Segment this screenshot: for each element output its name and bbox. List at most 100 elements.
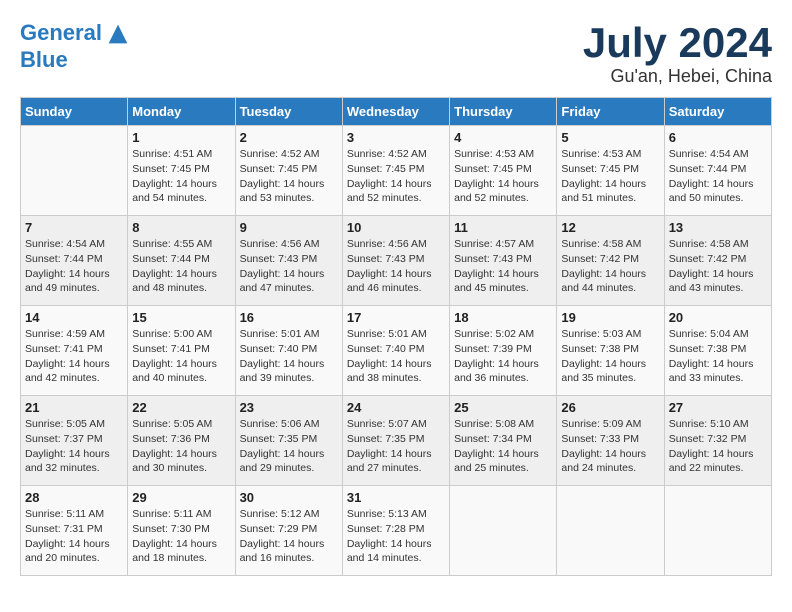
- weekday-sunday: Sunday: [21, 98, 128, 126]
- day-cell: [21, 126, 128, 216]
- day-info: Sunrise: 5:11 AM Sunset: 7:30 PM Dayligh…: [132, 507, 230, 566]
- day-info: Sunrise: 4:57 AM Sunset: 7:43 PM Dayligh…: [454, 237, 552, 296]
- day-cell: 31Sunrise: 5:13 AM Sunset: 7:28 PM Dayli…: [342, 486, 449, 576]
- day-cell: 24 Sunrise: 5:07 AM Sunset: 7:35 PM Dayli…: [342, 396, 449, 486]
- day-info: Sunrise: 5:06 AM Sunset: 7:35 PM Dayligh…: [240, 417, 338, 476]
- weekday-tuesday: Tuesday: [235, 98, 342, 126]
- day-cell: 14 Sunrise: 4:59 AM Sunset: 7:41 PM Dayli…: [21, 306, 128, 396]
- day-number: 8: [132, 220, 230, 235]
- day-info: Sunrise: 5:07 AM Sunset: 7:35 PM Dayligh…: [347, 417, 445, 476]
- day-number: 2: [240, 130, 338, 145]
- day-cell: 9Sunrise: 4:56 AM Sunset: 7:43 PM Daylig…: [235, 216, 342, 306]
- day-number: 13: [669, 220, 767, 235]
- day-info: Sunrise: 5:11 AM Sunset: 7:31 PM Dayligh…: [25, 507, 123, 566]
- day-number: 26: [561, 400, 659, 415]
- day-cell: 12 Sunrise: 4:58 AM Sunset: 7:42 PM Dayli…: [557, 216, 664, 306]
- day-cell: 25 Sunrise: 5:08 AM Sunset: 7:34 PM Dayli…: [450, 396, 557, 486]
- day-cell: 30 Sunrise: 5:12 AM Sunset: 7:29 PM Dayli…: [235, 486, 342, 576]
- week-row-3: 14 Sunrise: 4:59 AM Sunset: 7:41 PM Dayli…: [21, 306, 772, 396]
- day-cell: 7Sunrise: 4:54 AM Sunset: 7:44 PM Daylig…: [21, 216, 128, 306]
- day-number: 30: [240, 490, 338, 505]
- day-number: 11: [454, 220, 552, 235]
- week-row-5: 28 Sunrise: 5:11 AM Sunset: 7:31 PM Dayli…: [21, 486, 772, 576]
- day-cell: 4 Sunrise: 4:53 AM Sunset: 7:45 PM Daylig…: [450, 126, 557, 216]
- day-cell: 3 Sunrise: 4:52 AM Sunset: 7:45 PM Daylig…: [342, 126, 449, 216]
- weekday-monday: Monday: [128, 98, 235, 126]
- day-number: 1: [132, 130, 230, 145]
- day-cell: 16 Sunrise: 5:01 AM Sunset: 7:40 PM Dayli…: [235, 306, 342, 396]
- day-cell: 13 Sunrise: 4:58 AM Sunset: 7:42 PM Dayli…: [664, 216, 771, 306]
- day-number: 19: [561, 310, 659, 325]
- day-cell: 22Sunrise: 5:05 AM Sunset: 7:36 PM Dayli…: [128, 396, 235, 486]
- day-info: Sunrise: 5:02 AM Sunset: 7:39 PM Dayligh…: [454, 327, 552, 386]
- day-cell: 26 Sunrise: 5:09 AM Sunset: 7:33 PM Dayli…: [557, 396, 664, 486]
- day-info: Sunrise: 4:54 AM Sunset: 7:44 PM Dayligh…: [669, 147, 767, 206]
- day-number: 23: [240, 400, 338, 415]
- month-title: July 2024: [583, 20, 772, 66]
- day-info: Sunrise: 4:53 AM Sunset: 7:45 PM Dayligh…: [454, 147, 552, 206]
- day-number: 18: [454, 310, 552, 325]
- day-info: Sunrise: 5:01 AM Sunset: 7:40 PM Dayligh…: [240, 327, 338, 386]
- day-info: Sunrise: 4:52 AM Sunset: 7:45 PM Dayligh…: [240, 147, 338, 206]
- day-info: Sunrise: 4:58 AM Sunset: 7:42 PM Dayligh…: [669, 237, 767, 296]
- day-number: 25: [454, 400, 552, 415]
- day-number: 7: [25, 220, 123, 235]
- day-cell: 8 Sunrise: 4:55 AM Sunset: 7:44 PM Daylig…: [128, 216, 235, 306]
- day-info: Sunrise: 5:05 AM Sunset: 7:37 PM Dayligh…: [25, 417, 123, 476]
- week-row-2: 7Sunrise: 4:54 AM Sunset: 7:44 PM Daylig…: [21, 216, 772, 306]
- day-info: Sunrise: 4:59 AM Sunset: 7:41 PM Dayligh…: [25, 327, 123, 386]
- logo-icon: [104, 20, 132, 48]
- day-cell: 1 Sunrise: 4:51 AM Sunset: 7:45 PM Daylig…: [128, 126, 235, 216]
- logo-text: GeneralBlue: [20, 20, 132, 72]
- day-info: Sunrise: 5:08 AM Sunset: 7:34 PM Dayligh…: [454, 417, 552, 476]
- day-cell: 18 Sunrise: 5:02 AM Sunset: 7:39 PM Dayli…: [450, 306, 557, 396]
- day-info: Sunrise: 5:10 AM Sunset: 7:32 PM Dayligh…: [669, 417, 767, 476]
- day-info: Sunrise: 5:00 AM Sunset: 7:41 PM Dayligh…: [132, 327, 230, 386]
- calendar-header: SundayMondayTuesdayWednesdayThursdayFrid…: [21, 98, 772, 126]
- day-info: Sunrise: 5:04 AM Sunset: 7:38 PM Dayligh…: [669, 327, 767, 386]
- day-cell: 6Sunrise: 4:54 AM Sunset: 7:44 PM Daylig…: [664, 126, 771, 216]
- day-number: 21: [25, 400, 123, 415]
- day-info: Sunrise: 4:53 AM Sunset: 7:45 PM Dayligh…: [561, 147, 659, 206]
- day-number: 24: [347, 400, 445, 415]
- day-info: Sunrise: 4:52 AM Sunset: 7:45 PM Dayligh…: [347, 147, 445, 206]
- day-cell: 29 Sunrise: 5:11 AM Sunset: 7:30 PM Dayli…: [128, 486, 235, 576]
- page-header: GeneralBlue July 2024 Gu'an, Hebei, Chin…: [20, 20, 772, 87]
- day-cell: [664, 486, 771, 576]
- day-number: 3: [347, 130, 445, 145]
- day-number: 29: [132, 490, 230, 505]
- day-number: 31: [347, 490, 445, 505]
- day-number: 12: [561, 220, 659, 235]
- day-info: Sunrise: 4:55 AM Sunset: 7:44 PM Dayligh…: [132, 237, 230, 296]
- day-cell: 10 Sunrise: 4:56 AM Sunset: 7:43 PM Dayli…: [342, 216, 449, 306]
- day-number: 27: [669, 400, 767, 415]
- title-block: July 2024 Gu'an, Hebei, China: [583, 20, 772, 87]
- calendar-table: SundayMondayTuesdayWednesdayThursdayFrid…: [20, 97, 772, 576]
- day-cell: 20 Sunrise: 5:04 AM Sunset: 7:38 PM Dayli…: [664, 306, 771, 396]
- day-number: 15: [132, 310, 230, 325]
- location: Gu'an, Hebei, China: [583, 66, 772, 87]
- weekday-header-row: SundayMondayTuesdayWednesdayThursdayFrid…: [21, 98, 772, 126]
- day-cell: 27 Sunrise: 5:10 AM Sunset: 7:32 PM Dayli…: [664, 396, 771, 486]
- day-cell: 21 Sunrise: 5:05 AM Sunset: 7:37 PM Dayli…: [21, 396, 128, 486]
- day-number: 17: [347, 310, 445, 325]
- day-number: 20: [669, 310, 767, 325]
- week-row-1: 1 Sunrise: 4:51 AM Sunset: 7:45 PM Daylig…: [21, 126, 772, 216]
- day-number: 28: [25, 490, 123, 505]
- day-cell: 19Sunrise: 5:03 AM Sunset: 7:38 PM Dayli…: [557, 306, 664, 396]
- day-info: Sunrise: 5:09 AM Sunset: 7:33 PM Dayligh…: [561, 417, 659, 476]
- day-cell: 23 Sunrise: 5:06 AM Sunset: 7:35 PM Dayli…: [235, 396, 342, 486]
- day-cell: [557, 486, 664, 576]
- week-row-4: 21 Sunrise: 5:05 AM Sunset: 7:37 PM Dayli…: [21, 396, 772, 486]
- day-info: Sunrise: 4:51 AM Sunset: 7:45 PM Dayligh…: [132, 147, 230, 206]
- day-info: Sunrise: 4:56 AM Sunset: 7:43 PM Dayligh…: [240, 237, 338, 296]
- day-number: 14: [25, 310, 123, 325]
- day-number: 16: [240, 310, 338, 325]
- logo: GeneralBlue: [20, 20, 132, 72]
- day-info: Sunrise: 4:56 AM Sunset: 7:43 PM Dayligh…: [347, 237, 445, 296]
- day-info: Sunrise: 4:58 AM Sunset: 7:42 PM Dayligh…: [561, 237, 659, 296]
- day-number: 10: [347, 220, 445, 235]
- day-info: Sunrise: 5:12 AM Sunset: 7:29 PM Dayligh…: [240, 507, 338, 566]
- day-cell: [450, 486, 557, 576]
- day-number: 4: [454, 130, 552, 145]
